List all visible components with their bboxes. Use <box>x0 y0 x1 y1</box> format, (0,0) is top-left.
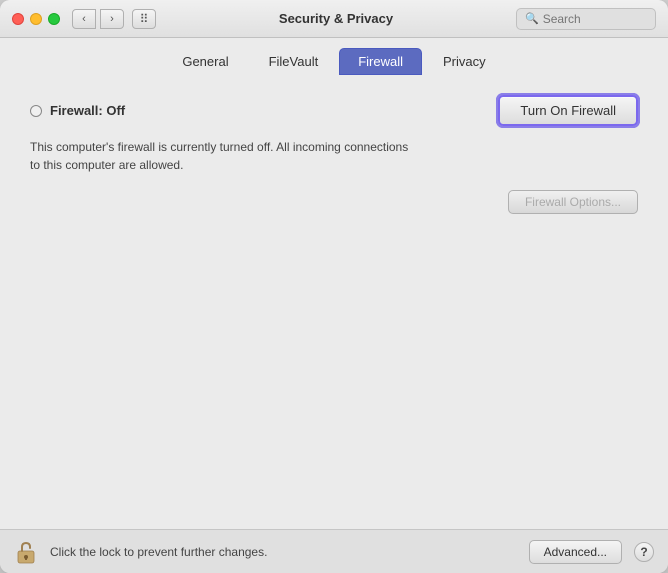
search-input[interactable] <box>543 12 647 26</box>
firewall-header: Firewall: Off Turn On Firewall <box>30 95 638 126</box>
tabs-bar: General FileVault Firewall Privacy <box>0 38 668 75</box>
grid-button[interactable]: ⠿ <box>132 9 156 29</box>
maximize-button[interactable] <box>48 13 60 25</box>
bottom-bar: Click the lock to prevent further change… <box>0 529 668 573</box>
search-bar[interactable]: 🔍 <box>516 8 656 30</box>
tab-filevault[interactable]: FileVault <box>250 48 338 75</box>
firewall-radio <box>30 105 42 117</box>
firewall-options-button[interactable]: Firewall Options... <box>508 190 638 214</box>
minimize-button[interactable] <box>30 13 42 25</box>
search-icon: 🔍 <box>525 12 539 25</box>
firewall-status-label: Firewall: Off <box>50 103 125 118</box>
titlebar: ‹ › ⠿ Security & Privacy 🔍 <box>0 0 668 38</box>
tab-privacy[interactable]: Privacy <box>424 48 505 75</box>
lock-button[interactable] <box>14 538 38 566</box>
forward-button[interactable]: › <box>100 9 124 29</box>
close-button[interactable] <box>12 13 24 25</box>
content-area: Firewall: Off Turn On Firewall This comp… <box>0 75 668 529</box>
help-button[interactable]: ? <box>634 542 654 562</box>
lock-icon <box>14 538 38 566</box>
tab-general[interactable]: General <box>163 48 247 75</box>
advanced-button[interactable]: Advanced... <box>529 540 622 564</box>
firewall-description: This computer's firewall is currently tu… <box>30 138 410 174</box>
main-window: ‹ › ⠿ Security & Privacy 🔍 General FileV… <box>0 0 668 573</box>
window-title: Security & Privacy <box>156 11 516 26</box>
options-area: Firewall Options... <box>30 190 638 214</box>
back-button[interactable]: ‹ <box>72 9 96 29</box>
turn-on-firewall-button[interactable]: Turn On Firewall <box>498 95 638 126</box>
firewall-status: Firewall: Off <box>30 103 125 118</box>
nav-buttons: ‹ › <box>72 9 124 29</box>
tab-firewall[interactable]: Firewall <box>339 48 422 75</box>
lock-help-text: Click the lock to prevent further change… <box>50 545 517 559</box>
traffic-lights <box>12 13 60 25</box>
